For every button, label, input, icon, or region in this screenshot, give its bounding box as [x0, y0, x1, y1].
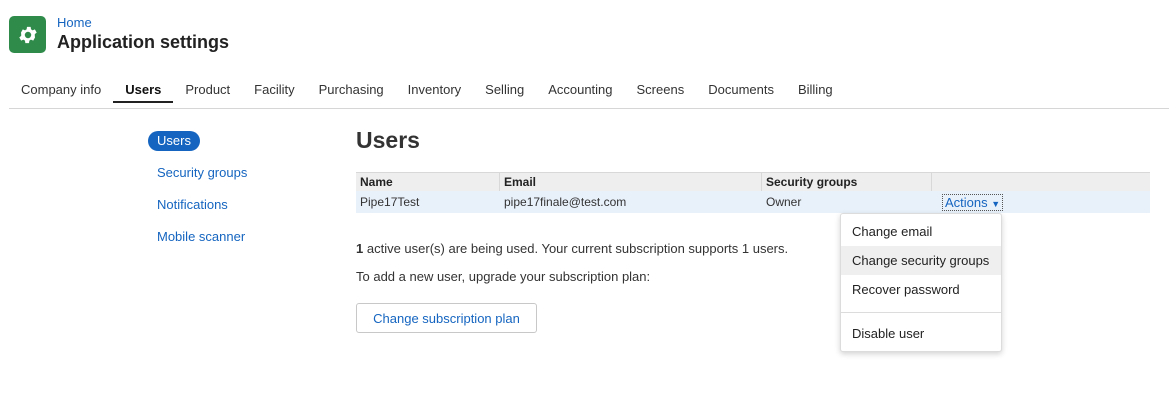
menu-item-change-security-groups[interactable]: Change security groups [841, 246, 1001, 275]
side-nav-users[interactable]: Users [148, 131, 200, 151]
app-gear-icon [9, 16, 46, 53]
page-title: Application settings [57, 32, 230, 52]
side-nav: Users Security groups Notifications Mobi… [148, 131, 256, 259]
tab-inventory[interactable]: Inventory [396, 78, 473, 103]
column-header-email: Email [499, 172, 762, 191]
tab-facility[interactable]: Facility [242, 78, 306, 103]
tab-selling[interactable]: Selling [473, 78, 536, 103]
user-actions-cell: Actions ▼ [931, 191, 1150, 213]
actions-menu: Change email Change security groups Reco… [840, 213, 1002, 352]
table-header-row: Name Email Security groups [356, 172, 1150, 191]
tab-product[interactable]: Product [173, 78, 242, 103]
actions-label: Actions [945, 194, 988, 210]
content-title: Users [356, 127, 420, 153]
menu-item-change-email[interactable]: Change email [841, 217, 1001, 246]
side-nav-notifications[interactable]: Notifications [148, 195, 256, 215]
tab-purchasing[interactable]: Purchasing [307, 78, 396, 103]
change-subscription-plan-button[interactable]: Change subscription plan [356, 303, 537, 333]
menu-item-disable-user[interactable]: Disable user [841, 319, 1001, 348]
settings-tabs: Company info Users Product Facility Purc… [9, 78, 1169, 109]
user-name-cell: Pipe17Test [356, 191, 500, 213]
side-nav-mobile-scanner[interactable]: Mobile scanner [148, 227, 256, 247]
tab-billing[interactable]: Billing [786, 78, 845, 103]
side-nav-security-groups[interactable]: Security groups [148, 163, 256, 183]
tab-accounting[interactable]: Accounting [536, 78, 624, 103]
column-header-name: Name [356, 172, 500, 191]
menu-item-recover-password[interactable]: Recover password [841, 275, 1001, 304]
tab-company-info[interactable]: Company info [9, 78, 113, 103]
user-groups-cell: Owner [761, 191, 932, 213]
upgrade-info: To add a new user, upgrade your subscrip… [356, 269, 651, 284]
active-users-info: 1 active user(s) are being used. Your cu… [356, 241, 788, 256]
tab-users[interactable]: Users [113, 78, 174, 103]
active-users-text: active user(s) are being used. Your curr… [363, 241, 789, 256]
column-header-security-groups: Security groups [761, 172, 932, 191]
caret-down-icon: ▼ [991, 198, 1001, 209]
users-table: Name Email Security groups Pipe17Test pi… [356, 172, 1150, 213]
menu-divider [841, 312, 1001, 313]
user-email-cell: pipe17finale@test.com [499, 191, 762, 213]
tab-screens[interactable]: Screens [625, 78, 697, 103]
table-row: Pipe17Test pipe17finale@test.com Owner A… [356, 191, 1150, 213]
column-header-actions [931, 172, 1150, 191]
breadcrumb-home[interactable]: Home [57, 15, 92, 30]
tab-documents[interactable]: Documents [696, 78, 786, 103]
gear-icon [18, 26, 37, 43]
actions-dropdown-button[interactable]: Actions ▼ [942, 193, 1004, 211]
